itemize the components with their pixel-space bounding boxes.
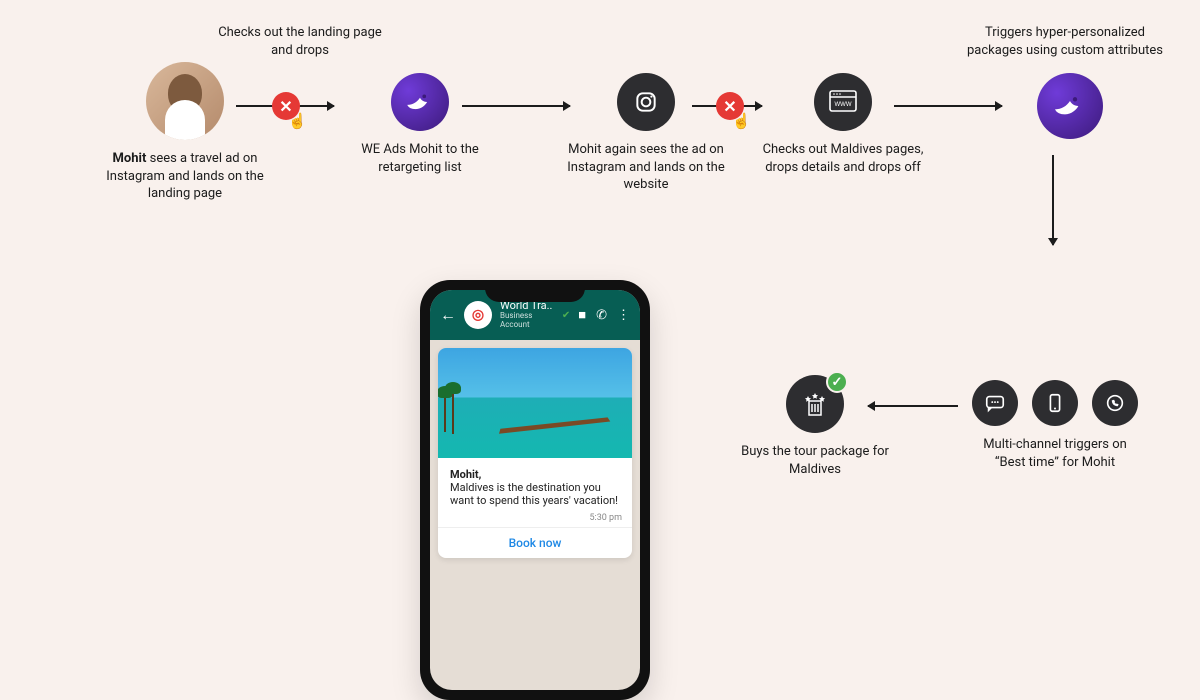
verified-badge-icon: ✔ [562, 310, 570, 321]
checkmark-icon: ✓ [826, 371, 848, 393]
whatsapp-phone-mock: ← ◎ World Tra.. Business Account ✔ ■ ✆ ⋮… [420, 280, 650, 700]
caption-n1: Mohit sees a travel ad on Instagram and … [100, 150, 270, 203]
back-arrow-icon[interactable]: ← [440, 305, 456, 325]
webengage-bird-icon [391, 73, 449, 131]
message-greeting: Mohit, [450, 468, 481, 481]
svg-text:WWW: WWW [835, 102, 852, 108]
phone-notch [485, 280, 585, 302]
arrow-5-down [1052, 155, 1054, 245]
user-avatar [146, 62, 224, 140]
chat-bubble-icon [972, 380, 1018, 426]
more-menu-icon[interactable]: ⋮ [617, 308, 630, 323]
node-personalize [1020, 73, 1120, 139]
caption-n3: Mohit again sees the ad on Instagram and… [556, 141, 736, 194]
whatsapp-header-icons: ■ ✆ ⋮ [578, 307, 630, 323]
node-purchase: ✓ Buys the tour package for Maldives [740, 375, 890, 478]
label-arrow1: Checks out the landing page and drops [210, 24, 390, 59]
message-body: Mohit, Maldives is the destination you w… [438, 458, 632, 513]
arrow-4 [894, 105, 1002, 107]
pointer-hand-icon-2: ☝ [732, 112, 751, 130]
node-retarget: WE Ads Mohit to the retargeting list [330, 73, 510, 176]
message-text: Maldives is the destination you want to … [450, 481, 618, 507]
caption-n1-strong: Mohit [113, 151, 147, 166]
video-call-icon[interactable]: ■ [578, 307, 586, 323]
destination-image [438, 348, 632, 458]
arrow-2 [462, 105, 570, 107]
chat-title-block: World Tra.. Business Account [500, 300, 554, 330]
label-n5: Triggers hyper-personalized packages usi… [960, 24, 1170, 59]
multichannel-icons [970, 380, 1140, 426]
pointer-hand-icon: ☝ [288, 112, 307, 130]
instagram-icon [617, 73, 675, 131]
phone-screen: ← ◎ World Tra.. Business Account ✔ ■ ✆ ⋮… [430, 290, 640, 690]
mobile-device-icon [1032, 380, 1078, 426]
caption-n4: Checks out Maldives pages, drops details… [758, 141, 928, 176]
caption-n6: Multi-channel triggers on “Best time” fo… [970, 436, 1140, 471]
business-avatar-icon: ◎ [464, 301, 492, 329]
node-multichannel: Multi-channel triggers on “Best time” fo… [970, 380, 1140, 471]
node-initial-ad: Mohit sees a travel ad on Instagram and … [100, 62, 270, 203]
chat-subtitle: Business Account [500, 312, 554, 330]
book-now-button[interactable]: Book now [438, 527, 632, 558]
caption-n7: Buys the tour package for Maldives [740, 443, 890, 478]
node-browser-drop: WWW Checks out Maldives pages, drops det… [758, 73, 928, 176]
whatsapp-icon [1092, 380, 1138, 426]
node-instagram-again: Mohit again sees the ad on Instagram and… [556, 73, 736, 194]
voice-call-icon[interactable]: ✆ [596, 308, 607, 323]
whatsapp-message-card: Mohit, Maldives is the destination you w… [438, 348, 632, 558]
webengage-bird-icon-2 [1037, 73, 1103, 139]
browser-www-icon: WWW [814, 73, 872, 131]
message-time: 5:30 pm [438, 513, 632, 527]
caption-n2: WE Ads Mohit to the retargeting list [330, 141, 510, 176]
